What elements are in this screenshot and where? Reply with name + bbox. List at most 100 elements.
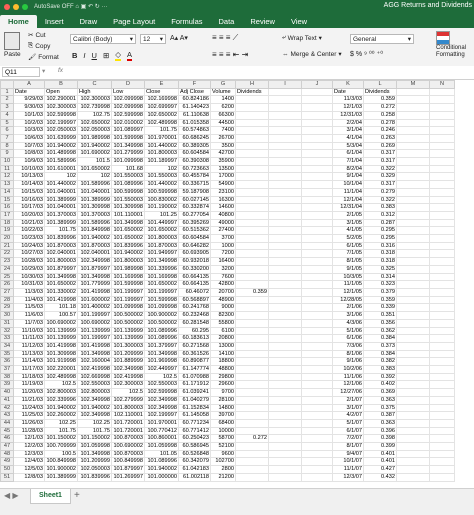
row-header[interactable]: 25 bbox=[0, 272, 14, 282]
cell[interactable]: 60.932018 bbox=[178, 257, 211, 266]
column-header-c[interactable]: C bbox=[77, 80, 112, 89]
cell[interactable] bbox=[235, 472, 269, 482]
cell[interactable]: 60.586945 bbox=[178, 442, 211, 451]
cell[interactable] bbox=[301, 234, 333, 243]
cell[interactable]: 0.329 bbox=[363, 172, 397, 182]
cell[interactable] bbox=[301, 418, 333, 428]
cell[interactable] bbox=[429, 272, 455, 282]
cell[interactable]: 0.269 bbox=[363, 141, 397, 151]
cell[interactable]: 101.419998 bbox=[77, 288, 112, 297]
cell[interactable] bbox=[268, 257, 302, 266]
cell[interactable] bbox=[301, 264, 333, 274]
cell[interactable] bbox=[429, 234, 455, 243]
cell[interactable] bbox=[429, 341, 455, 351]
cell[interactable]: 61.140423 bbox=[178, 103, 211, 112]
cell[interactable] bbox=[235, 241, 269, 251]
row-header[interactable]: 34 bbox=[0, 341, 14, 351]
cell[interactable]: 21200 bbox=[210, 472, 236, 482]
column-header-f[interactable]: F bbox=[178, 80, 211, 89]
cell[interactable]: 9000 bbox=[210, 303, 236, 313]
cell[interactable]: 0.278 bbox=[363, 118, 397, 128]
cell[interactable]: 101.089996 bbox=[144, 326, 179, 336]
cell[interactable] bbox=[396, 103, 430, 112]
cell[interactable]: 10/27/03 bbox=[13, 249, 45, 259]
row-header[interactable]: 6 bbox=[0, 126, 14, 135]
cell[interactable]: 101.190002 bbox=[144, 203, 179, 212]
cell[interactable] bbox=[268, 180, 302, 189]
cell[interactable]: 9/1/05 bbox=[332, 264, 364, 274]
cell[interactable]: 102.349998 bbox=[77, 257, 112, 266]
row-header[interactable]: 46 bbox=[0, 434, 14, 444]
cell[interactable]: 101.199997 bbox=[77, 334, 112, 343]
cell[interactable]: 101.370003 bbox=[77, 210, 112, 220]
cell[interactable]: 101.870003 bbox=[144, 241, 179, 251]
cell[interactable]: 39700 bbox=[210, 411, 236, 420]
cell[interactable]: 102.300003 bbox=[111, 380, 145, 390]
cell[interactable]: 101.849998 bbox=[77, 226, 112, 236]
cell[interactable] bbox=[235, 365, 269, 374]
cell[interactable] bbox=[301, 103, 333, 112]
cell[interactable]: 101.389999 bbox=[44, 195, 78, 205]
zoom-window-icon[interactable] bbox=[22, 4, 28, 10]
cell[interactable] bbox=[268, 326, 302, 336]
cell[interactable] bbox=[429, 249, 455, 259]
cell[interactable] bbox=[429, 334, 455, 343]
cell[interactable] bbox=[396, 334, 430, 343]
cell[interactable]: 1000 bbox=[210, 241, 236, 251]
cell[interactable] bbox=[268, 318, 302, 328]
cell[interactable] bbox=[396, 449, 430, 459]
cell[interactable]: 101.139999 bbox=[111, 334, 145, 343]
cell[interactable] bbox=[429, 418, 455, 428]
cell[interactable]: 101.839996 bbox=[111, 241, 145, 251]
cell[interactable]: 102.5 bbox=[144, 372, 179, 382]
cell[interactable] bbox=[235, 395, 269, 405]
cell[interactable] bbox=[429, 318, 455, 328]
row-header[interactable]: 14 bbox=[0, 187, 14, 197]
cell[interactable]: 60.723663 bbox=[178, 164, 211, 174]
sheet-tab-sheet1[interactable]: Sheet1 bbox=[30, 489, 71, 504]
cell[interactable]: 101.690002 bbox=[77, 149, 112, 159]
cell[interactable]: 60.771412 bbox=[178, 426, 211, 436]
cell[interactable] bbox=[268, 357, 302, 366]
cell[interactable]: 2/2/04 bbox=[332, 118, 364, 128]
cell[interactable]: 0.362 bbox=[363, 326, 397, 336]
cell[interactable] bbox=[396, 164, 430, 174]
cell[interactable]: 16300 bbox=[210, 195, 236, 205]
cell[interactable]: 101.349998 bbox=[111, 141, 145, 151]
cell[interactable] bbox=[429, 357, 455, 366]
cell[interactable]: 101.389999 bbox=[44, 218, 78, 228]
cell[interactable]: 0.399 bbox=[363, 442, 397, 451]
cell[interactable]: 11/10/03 bbox=[13, 326, 45, 336]
cell[interactable]: 101.309998 bbox=[77, 203, 112, 212]
number-format-select[interactable]: General ▾ bbox=[350, 34, 414, 44]
cell[interactable] bbox=[268, 457, 302, 467]
cell[interactable]: 8/1/07 bbox=[332, 442, 364, 451]
cell[interactable]: 101.059998 bbox=[77, 442, 112, 451]
cell[interactable]: 101.839996 bbox=[44, 234, 78, 243]
cell[interactable]: 6/1/07 bbox=[332, 426, 364, 436]
cell[interactable]: 101.650002 bbox=[44, 280, 78, 289]
column-header-a[interactable]: A bbox=[13, 80, 45, 89]
cell[interactable]: 0.246 bbox=[363, 126, 397, 135]
cell[interactable]: 101.199997 bbox=[77, 311, 112, 320]
cell[interactable] bbox=[301, 218, 333, 228]
cell[interactable]: 0.318 bbox=[363, 257, 397, 266]
cell[interactable]: 7400 bbox=[210, 126, 236, 135]
cell[interactable] bbox=[268, 426, 302, 436]
cell[interactable] bbox=[396, 311, 430, 320]
cell[interactable]: 0.373 bbox=[363, 341, 397, 351]
cell[interactable]: 102.050003 bbox=[77, 465, 112, 474]
font-color-icon[interactable]: A bbox=[127, 50, 133, 61]
cell[interactable]: 102.040001 bbox=[77, 249, 112, 259]
cell[interactable] bbox=[235, 318, 269, 328]
cell[interactable] bbox=[235, 118, 269, 128]
cell[interactable]: 11/13/03 bbox=[13, 349, 45, 359]
cell[interactable]: Open bbox=[44, 87, 78, 97]
cell[interactable] bbox=[268, 126, 302, 135]
cell[interactable]: 9600 bbox=[210, 449, 236, 459]
cell[interactable]: 101.599998 bbox=[111, 133, 145, 143]
cell[interactable] bbox=[301, 442, 333, 451]
cell[interactable]: 7600 bbox=[210, 272, 236, 282]
cell[interactable] bbox=[235, 295, 269, 305]
cell[interactable] bbox=[396, 180, 430, 189]
